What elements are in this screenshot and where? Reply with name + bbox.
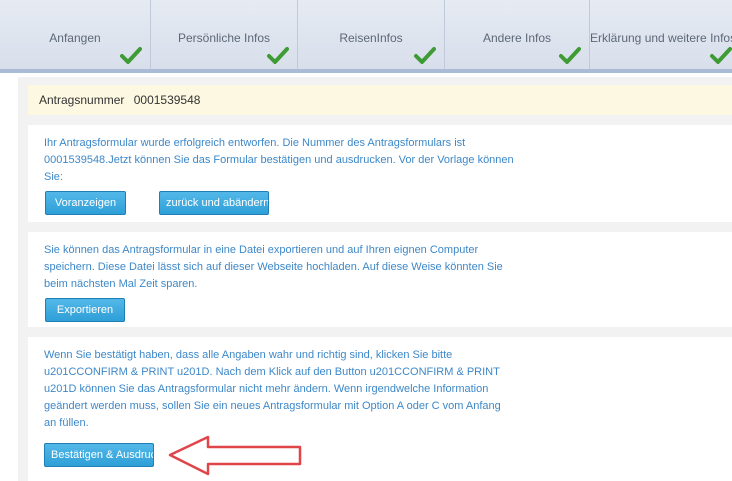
arrow-annotation	[168, 435, 302, 476]
